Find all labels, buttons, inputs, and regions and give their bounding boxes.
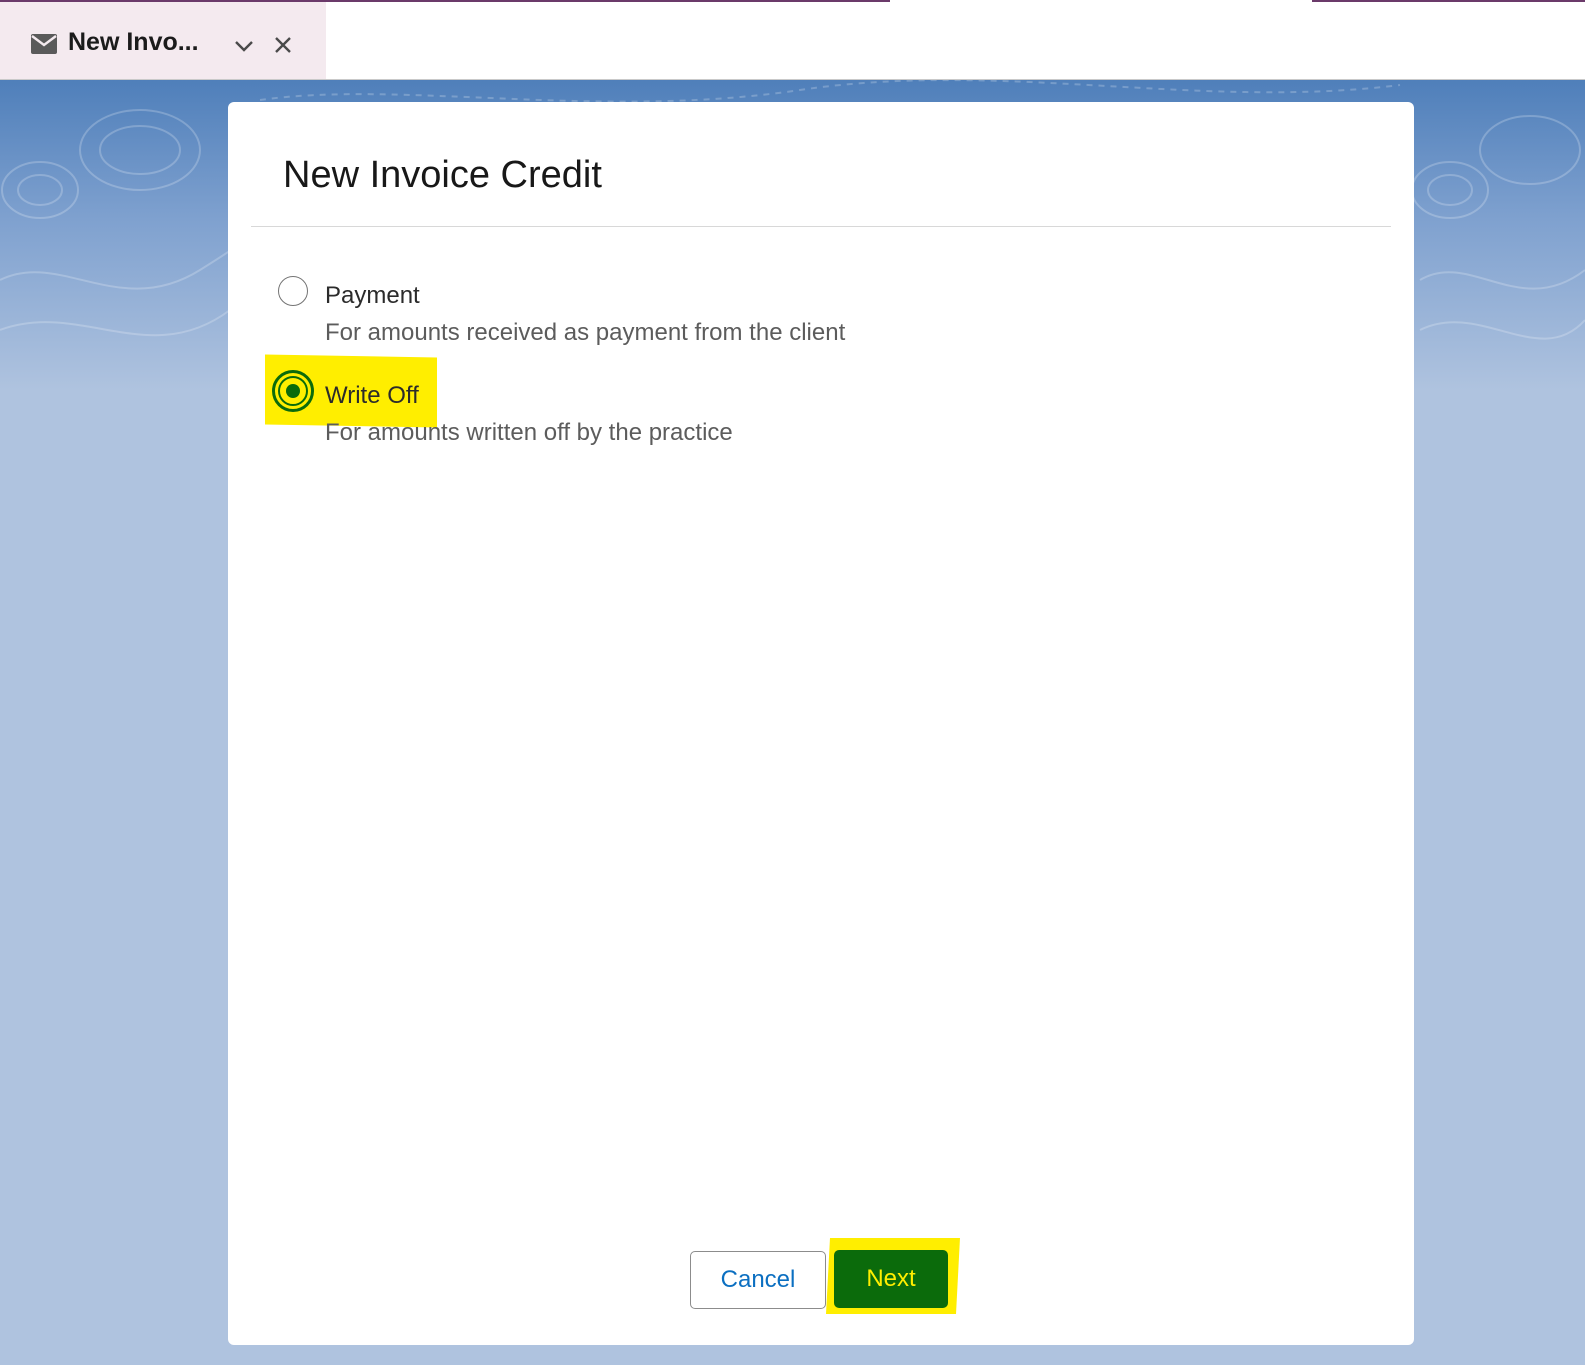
payment-label[interactable]: Payment <box>325 282 420 310</box>
payment-description: For amounts received as payment from the… <box>325 319 846 346</box>
radio-dot <box>286 384 300 398</box>
close-icon[interactable] <box>273 35 293 55</box>
next-button[interactable]: Next <box>834 1250 948 1308</box>
write-off-radio[interactable] <box>272 370 314 412</box>
payment-radio[interactable] <box>278 276 308 306</box>
chevron-down-icon[interactable] <box>233 36 255 56</box>
modal-divider <box>251 226 1391 227</box>
write-off-description: For amounts written off by the practice <box>325 419 733 446</box>
write-off-label[interactable]: Write Off <box>325 382 419 410</box>
envelope-icon <box>31 34 57 54</box>
tab-label: New Invo... <box>68 28 199 56</box>
tab-new-invoice[interactable]: New Invo... <box>0 2 326 79</box>
new-invoice-credit-modal: New Invoice Credit Payment For amounts r… <box>228 102 1414 1345</box>
cancel-button[interactable]: Cancel <box>690 1251 826 1309</box>
tab-bar-accent-right <box>1312 0 1585 2</box>
modal-title: New Invoice Credit <box>283 154 602 196</box>
tab-bar: New Invo... <box>0 0 1585 80</box>
